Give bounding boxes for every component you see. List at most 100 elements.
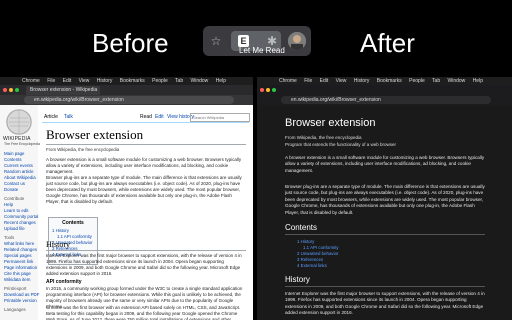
star-icon[interactable]: ☆ (209, 34, 223, 48)
reader-toc-item[interactable]: 3 References (297, 257, 323, 262)
sidebar-link[interactable]: Printable version (4, 298, 37, 303)
title-divider (46, 144, 246, 145)
reader-history-paragraph: Internet Explorer was the first major br… (285, 291, 485, 316)
menu-item[interactable]: File (47, 78, 55, 84)
reader-view: Browser extension From Wikipedia, the fr… (257, 105, 512, 320)
menu-item[interactable]: History (354, 78, 370, 84)
sidebar-link[interactable]: Contents (4, 157, 22, 162)
menu-item[interactable]: File (304, 78, 312, 84)
tab-strip-left: Browser extension - Wikipedia (0, 85, 253, 95)
reader-redirect: Program that extends the functionality o… (285, 142, 397, 147)
after-heading: After (360, 28, 415, 58)
minimize-window-icon[interactable] (9, 88, 13, 92)
maximize-window-icon[interactable] (272, 88, 276, 92)
reader-toc-item[interactable]: 4 External links (297, 263, 327, 268)
sidebar-heading: Contribute (4, 196, 25, 201)
sidebar-link[interactable]: Special pages (4, 253, 32, 258)
tab-edit[interactable]: Edit (155, 114, 164, 120)
tab-read[interactable]: Read (140, 114, 152, 120)
reader-from: From Wikipedia, the free encyclopedia (285, 135, 362, 140)
history-divider (46, 250, 246, 251)
address-bar-row-right: en.wikipedia.org/wiki/Browser_extension (257, 95, 512, 105)
reader-toc-item[interactable]: 2 Unwanted behavior (297, 251, 339, 256)
history-heading: History (46, 240, 70, 249)
menu-item[interactable]: Bookmarks (120, 78, 145, 84)
api-heading: API conformity (46, 279, 82, 285)
menu-item[interactable]: Tab (175, 78, 183, 84)
menu-item[interactable]: View (79, 78, 90, 84)
wiki-tabs: Article Talk Read Edit View history Sear… (42, 113, 250, 123)
menu-item[interactable]: Help (216, 78, 226, 84)
sidebar-link[interactable]: Download as PDF (4, 292, 39, 297)
sidebar-link[interactable]: About Wikipedia (4, 175, 36, 180)
sidebar-link[interactable]: Permanent link (4, 259, 33, 264)
paragraph-1: A browser extension is a small software … (46, 157, 242, 174)
mac-menubar-right: Chrome File Edit View History Bookmarks … (257, 77, 512, 85)
tab-strip-right (257, 85, 512, 95)
toc-item[interactable]: 1.1 API conformity (57, 234, 97, 239)
close-window-icon[interactable] (260, 88, 264, 92)
menu-item[interactable]: Window (191, 78, 209, 84)
wiki-tagline: The Free Encyclopedia (4, 142, 40, 146)
reader-history-heading: History (285, 275, 310, 284)
avatar[interactable] (288, 32, 306, 50)
sidebar-heading: Tools (4, 235, 15, 240)
mac-menubar-left: Chrome File Edit View History Bookmarks … (0, 77, 253, 85)
sidebar-link[interactable]: Contact us (4, 181, 25, 186)
sidebar-link[interactable]: Recent changes (4, 220, 36, 225)
let-me-read-label: Let Me Read (239, 46, 285, 55)
menu-item[interactable]: Edit (63, 78, 72, 84)
wiki-sidebar: WIKIPEDIA The Free Encyclopedia Main pag… (0, 105, 40, 320)
tab-talk[interactable]: Talk (64, 114, 73, 120)
menu-item[interactable]: People (409, 78, 425, 84)
before-heading: Before (92, 28, 169, 58)
toc-item[interactable]: 1 History (52, 228, 97, 233)
paragraph-2: Browser plug-ins are a separate type of … (46, 175, 242, 204)
wiki-search-input[interactable]: Search Wikipedia (190, 113, 250, 122)
reader-title: Browser extension (285, 117, 376, 129)
reader-toc-item[interactable]: 1.1 API conformity (303, 245, 339, 250)
sidebar-link[interactable]: Cite this page (4, 271, 31, 276)
extension-toolbar: ☆ E ✱ Let Me Read (203, 26, 311, 56)
page-title: Browser extension (46, 127, 144, 142)
menu-item[interactable]: Chrome (279, 78, 297, 84)
sidebar-link[interactable]: Donate (4, 187, 18, 192)
sidebar-heading: Languages (4, 307, 26, 312)
sidebar-link[interactable]: Main page (4, 151, 25, 156)
sidebar-link[interactable]: Help (4, 202, 13, 207)
wikipedia-logo[interactable] (6, 109, 32, 135)
minimize-window-icon[interactable] (266, 88, 270, 92)
sidebar-link[interactable]: Random article (4, 169, 34, 174)
menu-item[interactable]: Edit (320, 78, 329, 84)
sidebar-link[interactable]: Learn to edit (4, 208, 28, 213)
menu-item[interactable]: Help (473, 78, 483, 84)
address-bar-row-left: en.wikipedia.org/wiki/Browser_extension (0, 95, 253, 105)
sidebar-link[interactable]: Wikidata item (4, 277, 30, 282)
url-field[interactable]: en.wikipedia.org/wiki/Browser_extension (24, 96, 234, 104)
wiki-content: Article Talk Read Edit View history Sear… (42, 105, 253, 320)
menu-item[interactable]: Window (448, 78, 466, 84)
contents-divider (285, 234, 485, 235)
close-window-icon[interactable] (3, 88, 7, 92)
url-field[interactable]: en.wikipedia.org/wiki/Browser_extension (281, 96, 491, 104)
reader-paragraph-2: Browser plug-ins are a separate type of … (285, 184, 485, 215)
reader-contents-heading: Contents (285, 223, 318, 232)
sidebar-link[interactable]: Related changes (4, 247, 37, 252)
maximize-window-icon[interactable] (15, 88, 19, 92)
sidebar-link[interactable]: What links here (4, 241, 34, 246)
menu-item[interactable]: Tab (432, 78, 440, 84)
menu-item[interactable]: Bookmarks (377, 78, 402, 84)
sidebar-link[interactable]: Upload file (4, 226, 25, 231)
menu-item[interactable]: Chrome (22, 78, 40, 84)
sidebar-link[interactable]: Current events (4, 163, 33, 168)
reader-toc-item[interactable]: 1 History (297, 239, 314, 244)
menu-item[interactable]: View (336, 78, 347, 84)
sidebar-link[interactable]: Page information (4, 265, 37, 270)
sidebar-heading: Print/export (4, 286, 27, 291)
menu-item[interactable]: People (152, 78, 168, 84)
menu-item[interactable]: History (97, 78, 113, 84)
sidebar-link[interactable]: Community portal (4, 214, 38, 219)
tab-article[interactable]: Article (44, 114, 58, 120)
browser-tab[interactable]: Browser extension - Wikipedia (26, 86, 100, 95)
reader-paragraph-1: A browser extension is a small software … (285, 155, 485, 173)
